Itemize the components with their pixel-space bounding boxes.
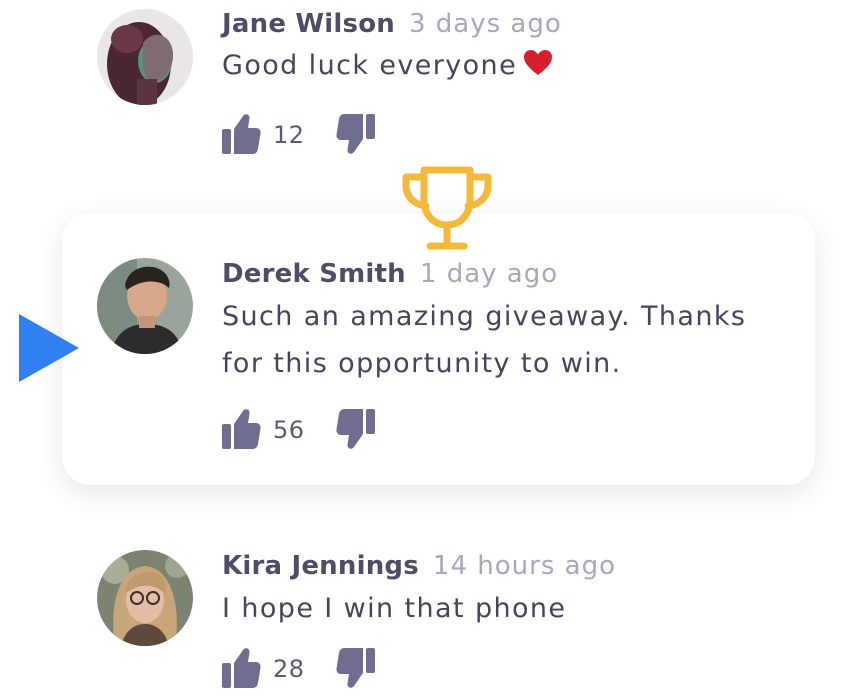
like-count: 28 xyxy=(273,655,305,683)
like-button[interactable] xyxy=(221,647,261,693)
like-count: 12 xyxy=(273,121,305,149)
comment-text-line: for this opportunity to win. xyxy=(222,348,622,379)
play-arrow-icon xyxy=(19,314,79,386)
dislike-button[interactable] xyxy=(336,408,376,454)
comment-text-line: Good luck everyone xyxy=(222,50,518,81)
like-button[interactable] xyxy=(221,113,261,159)
comment-text: Good luck everyone xyxy=(222,42,553,91)
avatar[interactable] xyxy=(97,258,193,354)
author-name[interactable]: Jane Wilson xyxy=(222,9,395,39)
comment-header: Jane Wilson 3 days ago xyxy=(222,9,562,39)
thumbs-down-icon xyxy=(336,409,375,449)
thumbs-up-icon xyxy=(222,409,261,449)
timestamp: 3 days ago xyxy=(408,9,562,39)
dislike-button[interactable] xyxy=(336,647,376,693)
thumbs-up-icon xyxy=(222,114,261,154)
like-button[interactable] xyxy=(221,408,261,454)
avatar[interactable] xyxy=(97,550,193,646)
author-name[interactable]: Kira Jennings xyxy=(222,551,419,581)
thumbs-up-icon xyxy=(222,648,261,688)
timestamp: 1 day ago xyxy=(419,259,559,289)
avatar[interactable] xyxy=(97,9,193,105)
comment-header: Derek Smith 1 day ago xyxy=(222,259,558,289)
timestamp: 14 hours ago xyxy=(432,551,616,581)
comment-text: Such an amazing giveaway. Thanks for thi… xyxy=(222,293,746,387)
comment-text-line: Such an amazing giveaway. Thanks xyxy=(222,301,747,332)
comment-text: I hope I win that phone xyxy=(222,585,566,632)
author-name[interactable]: Derek Smith xyxy=(222,259,406,289)
thumbs-down-icon xyxy=(336,648,375,688)
thumbs-down-icon xyxy=(336,114,375,154)
trophy-icon xyxy=(400,164,494,256)
comment-header: Kira Jennings 14 hours ago xyxy=(222,551,616,581)
dislike-button[interactable] xyxy=(336,113,376,159)
heart-icon xyxy=(523,44,553,91)
like-count: 56 xyxy=(273,416,305,444)
comment-text-line: I hope I win that phone xyxy=(222,593,567,624)
